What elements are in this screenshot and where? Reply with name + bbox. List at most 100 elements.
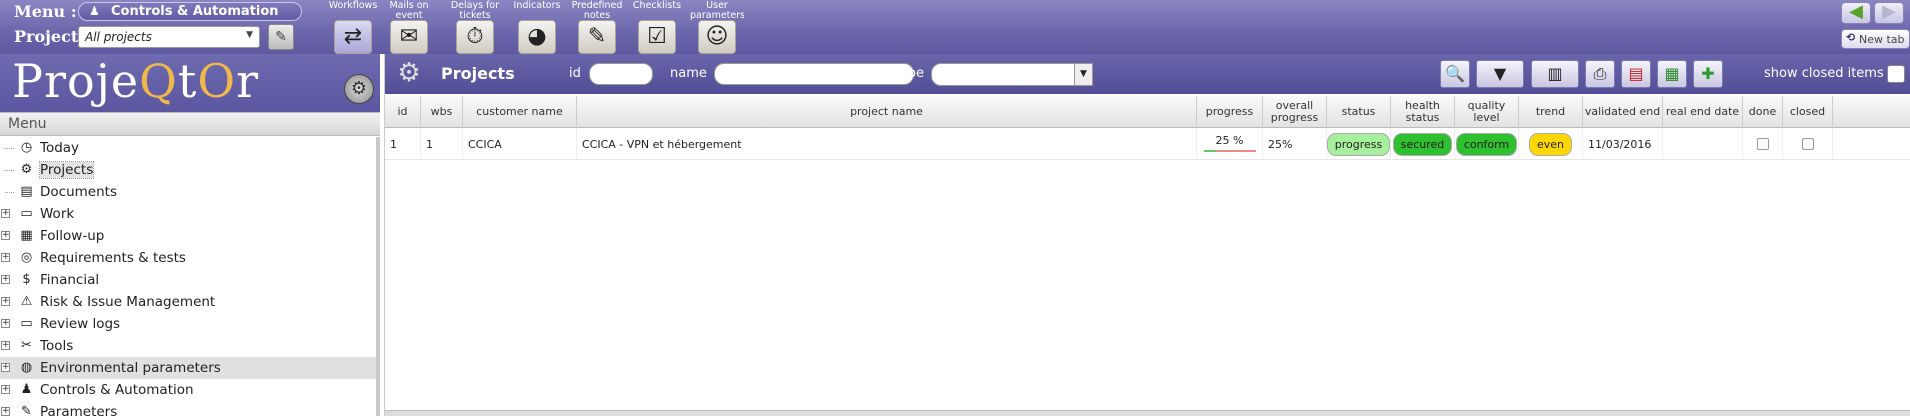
menu-item-tools[interactable]: + ✂ Tools <box>0 335 376 357</box>
cell-quality-level: conform <box>1455 128 1519 160</box>
tool-user-parameters-button[interactable]: User parameters ☺ <box>690 0 744 54</box>
gear-icon: ⚙ <box>20 162 33 177</box>
column-header-project-name[interactable]: project name <box>577 96 1197 128</box>
filter-type-select[interactable]: ▼ <box>931 63 1093 86</box>
new-tab-button[interactable]: ⟲ New tab <box>1841 29 1910 49</box>
menu-item-today[interactable]: ◷ Today <box>0 137 376 159</box>
globe-icon: ◍ <box>20 360 33 375</box>
expand-icon[interactable]: + <box>1 341 10 350</box>
tool-indicators-button[interactable]: Indicators ◕ <box>510 0 564 54</box>
menu-item-label: Follow-up <box>40 228 105 244</box>
menu-item-requirements-tests[interactable]: + ◎ Requirements & tests <box>0 247 376 269</box>
tool-delays-for-tickets-button[interactable]: Delays for tickets ⏱ <box>448 0 502 54</box>
tool-predefined-notes-button[interactable]: Predefined notes ✎ <box>570 0 624 54</box>
tree-line <box>5 170 14 171</box>
menu-selector[interactable]: ♟ Controls & Automation <box>78 2 302 21</box>
column-header-quality-level[interactable]: quality level <box>1455 96 1519 128</box>
new-document-icon: ✚ <box>1701 64 1715 83</box>
column-header-closed[interactable]: closed <box>1783 96 1833 128</box>
excel-icon: ▦ <box>1664 64 1680 83</box>
expand-icon[interactable]: + <box>1 297 10 306</box>
filter-type-label: type <box>895 66 925 81</box>
search-icon: 🔍 <box>1445 64 1465 83</box>
done-checkbox[interactable] <box>1756 138 1769 150</box>
tool-mails-on-event-button[interactable]: Mails on event ✉ <box>382 0 436 54</box>
logo-area: ProjeQtOr ⚙ <box>0 54 380 112</box>
menu-tree: ◷ Today ⚙ Projects ▤ Documents + ▭ Work + ▦ Follow-… <box>0 137 380 416</box>
computer-icon: ▭ <box>20 206 33 221</box>
detail-splitter[interactable] <box>385 410 1910 416</box>
expand-icon[interactable]: + <box>1 385 10 394</box>
project-select[interactable]: All projects ▼ <box>78 26 260 48</box>
cell-progress: 25 % <box>1197 128 1263 160</box>
expand-icon[interactable]: + <box>1 407 10 416</box>
expand-icon[interactable]: + <box>1 231 10 240</box>
menu-item-projects[interactable]: ⚙ Projects <box>0 159 376 181</box>
mail-icon: ✉ <box>390 20 428 54</box>
menu-item-parameters[interactable]: + ✎ Parameters <box>0 401 376 416</box>
menu-item-label: Work <box>40 206 75 222</box>
filter-id-input[interactable] <box>589 63 653 85</box>
column-header-customer-name[interactable]: customer name <box>463 96 577 128</box>
note-icon: ✎ <box>578 20 616 54</box>
pdf-icon: ▤ <box>1628 64 1644 83</box>
navigate-forward-button[interactable]: ▶ <box>1874 2 1904 24</box>
new-item-button[interactable]: ✚ <box>1693 60 1723 88</box>
expand-icon[interactable]: + <box>1 253 10 262</box>
project-selector-params-button[interactable]: ✎ <box>268 24 294 50</box>
menu-header[interactable]: Menu <box>0 112 380 136</box>
menu-item-risk-issue-management[interactable]: + ⚠ Risk & Issue Management <box>0 291 376 313</box>
column-header-overall-progress[interactable]: overall progress <box>1263 96 1327 128</box>
health-status-badge: secured <box>1392 132 1453 156</box>
expand-icon[interactable]: + <box>1 363 10 372</box>
tool-label: User parameters <box>690 0 744 21</box>
menu-item-follow-up[interactable]: + ▦ Follow-up <box>0 225 376 247</box>
column-header-trend[interactable]: trend <box>1519 96 1583 128</box>
column-header-wbs[interactable]: wbs <box>421 96 463 128</box>
gear-icon: ⚙ <box>350 78 368 99</box>
tool-workflows-button[interactable]: Workflows ⇄ <box>326 0 380 54</box>
menu-item-review-logs[interactable]: + ▭ Review logs <box>0 313 376 335</box>
closed-checkbox[interactable] <box>1801 138 1814 150</box>
filter-button[interactable]: ▼ <box>1476 60 1524 88</box>
column-header-real-end-date[interactable]: real end date <box>1663 96 1743 128</box>
filter-icon: ▼ <box>1493 64 1507 83</box>
user-icon: ☺ <box>698 20 736 54</box>
cell-done <box>1743 128 1783 160</box>
show-closed-checkbox[interactable] <box>1887 65 1905 83</box>
pdf-button[interactable]: ▤ <box>1621 60 1651 88</box>
menu-item-label: Controls & Automation <box>40 382 194 398</box>
status-badge: progress <box>1326 132 1391 156</box>
menu-item-environmental-parameters[interactable]: + ◍ Environmental parameters <box>0 357 376 379</box>
table-row[interactable]: 1 1 CCICA CCICA - VPN et hébergement 25 % 25%… <box>385 128 1910 160</box>
menu-item-label: Tools <box>40 338 74 354</box>
tree-line <box>5 148 14 149</box>
cell-wbs: 1 <box>421 128 463 160</box>
column-header-health-status[interactable]: health status <box>1391 96 1455 128</box>
menu-item-documents[interactable]: ▤ Documents <box>0 181 376 203</box>
settings-button[interactable]: ⚙ <box>344 74 374 104</box>
excel-export-button[interactable]: ▦ <box>1657 60 1687 88</box>
columns-button[interactable]: ▥ <box>1531 60 1579 88</box>
top-bar: Menu : ♟ Controls & Automation Project :… <box>0 0 1910 54</box>
column-header-done[interactable]: done <box>1743 96 1783 128</box>
tree-line <box>5 192 14 193</box>
new-tab-label: New tab <box>1859 33 1905 46</box>
menu-item-work[interactable]: + ▭ Work <box>0 203 376 225</box>
column-header-progress[interactable]: progress <box>1197 96 1263 128</box>
filter-name-input[interactable] <box>714 63 914 85</box>
menu-item-financial[interactable]: + $ Financial <box>0 269 376 291</box>
tool-checklists-button[interactable]: Checklists ☑ <box>630 0 684 54</box>
expand-icon[interactable]: + <box>1 275 10 284</box>
column-header-validated-end[interactable]: validated end <box>1583 96 1663 128</box>
project-select-value: All projects <box>85 30 152 44</box>
gear-icon: ⚙ <box>397 58 421 88</box>
print-button[interactable]: ⎙ <box>1585 60 1615 88</box>
expand-icon[interactable]: + <box>1 209 10 218</box>
search-button[interactable]: 🔍 <box>1440 60 1470 88</box>
menu-item-controls-automation[interactable]: + ♟ Controls & Automation <box>0 379 376 401</box>
column-header-id[interactable]: id <box>385 96 421 128</box>
column-header-status[interactable]: status <box>1327 96 1391 128</box>
expand-icon[interactable]: + <box>1 319 10 328</box>
navigate-back-button[interactable]: ◀ <box>1841 2 1871 24</box>
